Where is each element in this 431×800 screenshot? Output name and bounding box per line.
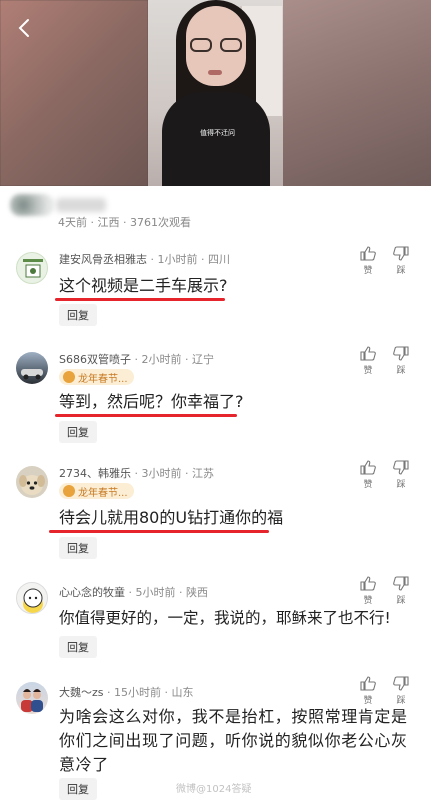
comment-header: 大魏～zs · 15小时前 · 山东 xyxy=(59,686,194,699)
dragon-icon xyxy=(63,371,75,383)
comment-header: S686双管喷子 · 2小时前 · 辽宁 xyxy=(59,353,214,366)
comment-username[interactable]: 大魏～zs xyxy=(59,686,104,699)
badge-label: 龙年春节... xyxy=(78,487,128,499)
highlight-underline xyxy=(55,414,237,417)
dislike-label: 踩 xyxy=(396,266,406,276)
comment-item: S686双管喷子 · 2小时前 · 辽宁 龙年春节... 等到，然后呢？你幸福了… xyxy=(0,344,431,444)
dislike-label: 踩 xyxy=(396,366,406,376)
comment-location: 山东 xyxy=(171,686,194,699)
dragon-icon xyxy=(63,485,75,497)
dislike-label: 踩 xyxy=(396,480,406,490)
comment-location: 四川 xyxy=(208,253,230,266)
like-label: 赞 xyxy=(363,480,373,490)
comment-time: 3小时前 xyxy=(141,467,182,480)
comment-location: 江苏 xyxy=(192,467,214,480)
like-button[interactable]: 赞 xyxy=(356,576,380,606)
comment-item: 2734、韩雅乐 · 3小时前 · 江苏 龙年春节... 待会儿就用80的U钻打… xyxy=(0,458,431,559)
comment-header: 2734、韩雅乐 · 3小时前 · 江苏 xyxy=(59,467,214,480)
comment-text: 等到，然后呢？你幸福了? xyxy=(59,392,244,411)
comment-header: 心心念的牧童 · 5小时前 · 陕西 xyxy=(59,586,208,599)
badge-label: 龙年春节... xyxy=(78,373,128,385)
dislike-button[interactable]: 踩 xyxy=(389,460,413,490)
thumbs-up-icon xyxy=(360,576,376,591)
festival-badge: 龙年春节... xyxy=(59,483,134,499)
avatar[interactable] xyxy=(16,582,48,614)
comment-text: 为啥会这么对你，我不是抬杠，按照常理肯定是你们之间出现了问题，听你说的貌似你老公… xyxy=(59,707,408,774)
thumbs-up-icon xyxy=(360,246,376,261)
dislike-label: 踩 xyxy=(396,696,406,706)
thumbs-down-icon xyxy=(393,676,409,691)
avatar[interactable] xyxy=(16,682,48,714)
video-blur-right xyxy=(283,0,431,186)
like-label: 赞 xyxy=(363,696,373,706)
video-caption: 值得不迁问 xyxy=(200,129,235,137)
like-button[interactable]: 赞 xyxy=(356,460,380,490)
comment-header: 建安风骨丞相雅志 · 1小时前 · 四川 xyxy=(59,253,230,266)
thumbs-down-icon xyxy=(393,576,409,591)
avatar[interactable] xyxy=(16,252,48,284)
dislike-button[interactable]: 踩 xyxy=(389,346,413,376)
like-button[interactable]: 赞 xyxy=(356,346,380,376)
comment-username[interactable]: 心心念的牧童 xyxy=(59,586,125,599)
comment-username[interactable]: 建安风骨丞相雅志 xyxy=(59,253,147,266)
dislike-label: 踩 xyxy=(396,596,406,606)
comment-item: 心心念的牧童 · 5小时前 · 陕西 你值得更好的，一定，我说的，耶稣来了也不行… xyxy=(0,574,431,664)
like-button[interactable]: 赞 xyxy=(356,676,380,706)
thumbs-down-icon xyxy=(393,246,409,261)
video-frame xyxy=(148,0,283,186)
glasses xyxy=(190,38,242,52)
comment-time: 2小时前 xyxy=(141,353,182,366)
comment-time: 15小时前 xyxy=(114,686,162,699)
comment-item: 建安风骨丞相雅志 · 1小时前 · 四川 这个视频是二手车展示? 回复 赞 踩 xyxy=(0,244,431,334)
thumbs-down-icon xyxy=(393,460,409,475)
comment-text: 你值得更好的，一定，我说的，耶稣来了也不行! xyxy=(59,609,391,627)
blurred-author-name xyxy=(56,198,106,212)
comment-text: 这个视频是二手车展示? xyxy=(59,276,228,295)
back-button[interactable] xyxy=(14,16,34,40)
comment-location: 陕西 xyxy=(186,586,208,599)
comment-location: 辽宁 xyxy=(191,353,214,366)
comment-username[interactable]: 2734、韩雅乐 xyxy=(59,467,131,480)
dislike-button[interactable]: 踩 xyxy=(389,676,413,706)
like-label: 赞 xyxy=(363,366,373,376)
thumbs-up-icon xyxy=(360,676,376,691)
highlight-underline xyxy=(55,298,225,301)
mouth xyxy=(208,70,222,75)
video-player[interactable]: 值得不迁问 xyxy=(0,0,431,186)
comment-time: 5小时前 xyxy=(135,586,176,599)
person-body xyxy=(162,92,270,186)
reply-button[interactable]: 回复 xyxy=(59,421,97,443)
watermark: 微博@1024答疑 xyxy=(176,784,252,795)
dislike-button[interactable]: 踩 xyxy=(389,246,413,276)
comment-text: 待会儿就用80的U钻打通你的福 xyxy=(59,508,284,527)
festival-badge: 龙年春节... xyxy=(59,369,134,385)
avatar[interactable] xyxy=(16,466,48,498)
like-label: 赞 xyxy=(363,266,373,276)
like-label: 赞 xyxy=(363,596,373,606)
reply-button[interactable]: 回复 xyxy=(59,537,97,559)
blurred-avatar xyxy=(10,194,54,216)
post-meta-text: 4天前 · 江西 · 3761次观看 xyxy=(58,216,191,229)
thumbs-down-icon xyxy=(393,346,409,361)
avatar[interactable] xyxy=(16,352,48,384)
post-meta: 4天前 · 江西 · 3761次观看 xyxy=(0,192,431,230)
thumbs-up-icon xyxy=(360,460,376,475)
highlight-underline xyxy=(49,530,269,533)
thumbs-up-icon xyxy=(360,346,376,361)
chevron-left-icon xyxy=(18,19,29,37)
comment-username[interactable]: S686双管喷子 xyxy=(59,353,131,366)
reply-button[interactable]: 回复 xyxy=(59,304,97,326)
like-button[interactable]: 赞 xyxy=(356,246,380,276)
dislike-button[interactable]: 踩 xyxy=(389,576,413,606)
comment-time: 1小时前 xyxy=(157,253,198,266)
reply-button[interactable]: 回复 xyxy=(59,778,97,800)
reply-button[interactable]: 回复 xyxy=(59,636,97,658)
